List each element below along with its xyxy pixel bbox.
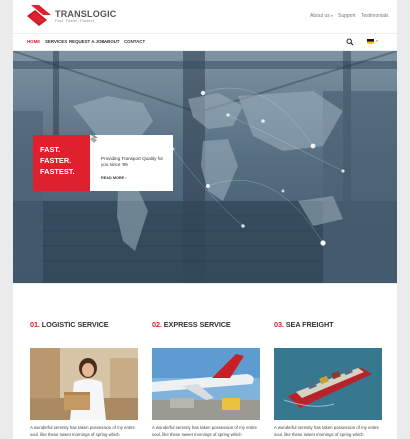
service-title-text: SEA FREIGHT (285, 320, 334, 329)
nav-item-services[interactable]: SERVICES (45, 39, 67, 44)
service-image[interactable] (152, 348, 260, 420)
container-ship-image (274, 348, 382, 420)
read-more-link[interactable]: READ MORE › (101, 176, 127, 180)
woman-with-box-image (30, 348, 138, 420)
page: TRANSLOGIC Fast. Faster. Fastest. About … (13, 0, 397, 439)
hero-banner: FAST. FASTER. FASTEST. Providing Transpo… (13, 51, 397, 283)
service-title-text: LOGISTIC SERVICE (41, 320, 109, 329)
service-description: A wonderful serenity has taken possessio… (30, 425, 135, 437)
divider (13, 283, 397, 284)
service-card-express: 02. EXPRESS SERVICE A wonderful serenity… (152, 320, 260, 437)
slogan-line: FASTEST. (40, 167, 75, 176)
service-title[interactable]: 02. EXPRESS SERVICE (152, 320, 260, 329)
chevron-down-icon[interactable]: ▾ (376, 38, 378, 43)
brand-name[interactable]: TRANSLOGIC (55, 9, 117, 19)
hero-info-box: Providing Transport Quality for you sinc… (90, 135, 173, 191)
hero-slogan-box: FAST. FASTER. FASTEST. (33, 135, 90, 191)
logo-mark-icon (90, 135, 98, 143)
service-description: A wonderful serenity has taken possessio… (152, 425, 257, 437)
cargo-plane-image (152, 348, 260, 420)
about-us-menu[interactable]: About us ▾ (310, 13, 333, 19)
nav-item-home[interactable]: HOME (27, 39, 40, 44)
service-title-text: EXPRESS SERVICE (163, 320, 231, 329)
chevron-down-icon: ▾ (331, 14, 333, 18)
service-title[interactable]: 03. SEA FREIGHT (274, 320, 382, 329)
about-us-label: About us (310, 13, 330, 19)
testimonials-link[interactable]: Testimonials (361, 13, 389, 19)
service-image[interactable] (30, 348, 138, 420)
service-number: 03. (274, 320, 284, 329)
support-link[interactable]: Support (338, 13, 356, 19)
service-card-sea-freight: 03. SEA FREIGHT A wonderful serenity has… (274, 320, 382, 437)
slogan-line: FASTER. (40, 156, 72, 165)
header-topbar: TRANSLOGIC Fast. Faster. Fastest. About … (13, 0, 397, 33)
german-flag-icon[interactable] (367, 39, 374, 44)
slogan-line: FAST. (40, 145, 61, 154)
nav-item-contact[interactable]: CONTACT (124, 39, 145, 44)
search-icon[interactable] (346, 38, 354, 46)
service-card-logistic: 01. LOGISTIC SERVICE A wonderful serenit… (30, 320, 138, 437)
nav-item-about[interactable]: ABOUT (104, 39, 120, 44)
service-title[interactable]: 01. LOGISTIC SERVICE (30, 320, 138, 329)
service-number: 02. (152, 320, 162, 329)
hero-headline: Providing Transport Quality for you sinc… (101, 156, 164, 167)
nav-item-request-a-job[interactable]: REQUEST A JOB (69, 39, 105, 44)
service-number: 01. (30, 320, 40, 329)
service-description: A wonderful serenity has taken possessio… (274, 425, 379, 437)
main-nav: HOME SERVICES REQUEST A JOB ABOUT CONTAC… (13, 34, 397, 50)
service-image[interactable] (274, 348, 382, 420)
logo-icon[interactable] (27, 5, 51, 27)
brand-tagline: Fast. Faster. Fastest. (55, 19, 96, 23)
